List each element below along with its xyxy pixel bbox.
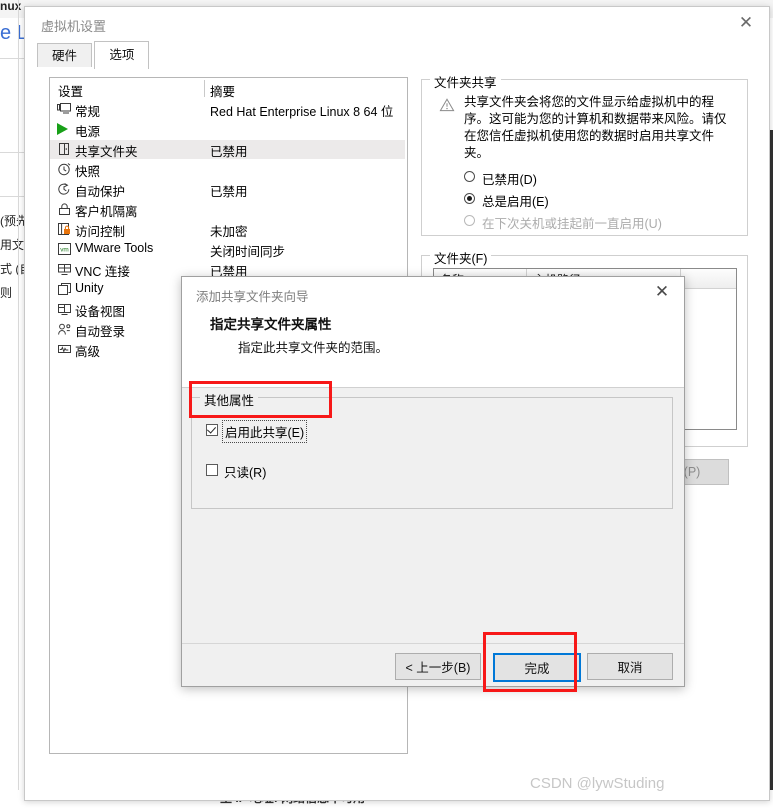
finish-button[interactable]: 完成 <box>493 653 581 682</box>
sidebar-item-label: 客户机隔离 <box>75 205 138 219</box>
background-divider <box>0 196 24 197</box>
sidebar-item-label: 共享文件夹 <box>75 145 138 159</box>
snapshot-icon <box>57 162 72 176</box>
folder-sharing-group-title: 文件夹共享 <box>430 72 501 91</box>
folder-sharing-warning-text: 共享文件夹会将您的文件显示给虚拟机中的程序。这可能为您的计算机和数据带来风险。请… <box>464 95 727 160</box>
sidebar-item-access-control[interactable]: 访问控制 未加密 <box>50 220 405 239</box>
radio-indicator <box>464 171 475 182</box>
settings-list-header: 设置 摘要 <box>50 78 407 100</box>
radio-indicator <box>464 193 475 204</box>
monitor-icon <box>57 102 72 116</box>
radio-label: 总是启用(E) <box>482 195 549 209</box>
radio-indicator <box>464 215 475 226</box>
settings-tabs: 硬件 选项 <box>37 41 150 69</box>
unity-icon <box>57 282 72 296</box>
vmware-tools-icon: vm <box>57 242 72 256</box>
checkbox-label: 启用此共享(E) <box>221 420 308 443</box>
sidebar-item-summary: 已禁用 <box>210 145 248 159</box>
wizard-content: 其他属性 启用此共享(E) 只读(R) <box>182 388 684 643</box>
sidebar-item-label: 自动保护 <box>75 185 126 199</box>
checkbox-indicator <box>206 464 218 476</box>
autoprotect-icon <box>57 182 72 196</box>
sidebar-item-label: 常规 <box>75 105 101 119</box>
advanced-icon <box>57 342 72 356</box>
sidebar-item-summary: Red Hat Enterprise Linux 8 64 位 <box>210 105 394 119</box>
column-header-setting: 设置 <box>58 85 84 99</box>
sidebar-item-label: VMware Tools <box>75 241 154 255</box>
radio-label: 在下次关机或挂起前一直启用(U) <box>482 217 662 231</box>
sidebar-item-power[interactable]: 电源 <box>50 120 405 139</box>
sidebar-item-guest-isolation[interactable]: 客户机隔离 <box>50 200 405 219</box>
background-divider <box>0 58 24 59</box>
svg-text:vm: vm <box>60 247 69 254</box>
checkbox-indicator <box>206 424 218 436</box>
access-control-icon <box>57 222 72 236</box>
sidebar-item-autoprotect[interactable]: 自动保护 已禁用 <box>50 180 405 199</box>
sidebar-item-snapshot[interactable]: 快照 <box>50 160 405 179</box>
close-icon[interactable]: ✕ <box>640 277 684 307</box>
sidebar-item-label: 快照 <box>75 165 101 179</box>
sidebar-item-vmware-tools[interactable]: vm VMware Tools 关闭时间同步 <box>50 240 405 259</box>
wizard-subheading: 指定此共享文件夹的范围。 <box>238 341 389 355</box>
back-button[interactable]: < 上一步(B) <box>395 653 481 680</box>
close-icon[interactable]: ✕ <box>723 7 769 39</box>
sidebar-item-general[interactable]: 常规 Red Hat Enterprise Linux 8 64 位 <box>50 100 405 119</box>
sidebar-item-summary: 已禁用 <box>210 185 248 199</box>
window-title: 虚拟机设置 <box>41 19 107 34</box>
background-line-4: 则 <box>0 286 13 300</box>
window-titlebar: 虚拟机设置 ✕ <box>25 7 769 41</box>
vnc-icon <box>57 262 72 276</box>
folder-sharing-group: 文件夹共享 共享文件夹会将您的文件显示给虚拟机中的程序。这可能为您的计算机和数据… <box>421 72 748 236</box>
warning-triangle-icon <box>439 98 455 112</box>
folders-group-title: 文件夹(F) <box>430 248 492 267</box>
sidebar-item-label: Unity <box>75 281 104 295</box>
sidebar-item-label: VNC 连接 <box>75 265 130 279</box>
device-view-icon <box>57 302 72 316</box>
other-properties-group: 其他属性 启用此共享(E) 只读(R) <box>191 390 673 509</box>
lock-icon <box>57 202 72 216</box>
wizard-heading: 指定共享文件夹属性 <box>210 317 332 332</box>
background-divider <box>0 152 24 153</box>
shared-folder-icon <box>57 142 72 156</box>
power-play-icon <box>57 123 72 137</box>
sidebar-item-label: 电源 <box>75 125 101 139</box>
background-vertical-rule <box>18 0 19 790</box>
sidebar-item-label: 自动登录 <box>75 325 126 339</box>
checkbox-label: 只读(R) <box>224 466 267 480</box>
tab-options[interactable]: 选项 <box>94 41 150 69</box>
watermark: CSDN @lywStuding <box>530 775 665 792</box>
sidebar-item-label: 访问控制 <box>75 225 126 239</box>
add-shared-folder-wizard: 添加共享文件夹向导 ✕ 指定共享文件夹属性 指定此共享文件夹的范围。 其他属性 … <box>181 276 685 687</box>
column-header-summary: 摘要 <box>210 85 236 99</box>
wizard-title: 添加共享文件夹向导 <box>196 290 309 304</box>
wizard-titlebar: 添加共享文件夹向导 ✕ 指定共享文件夹属性 指定此共享文件夹的范围。 <box>182 277 684 388</box>
sidebar-item-label: 设备视图 <box>75 305 126 319</box>
sidebar-item-shared-folders[interactable]: 共享文件夹 已禁用 <box>50 140 405 159</box>
auto-login-icon <box>57 322 72 336</box>
column-divider <box>204 80 205 97</box>
other-properties-group-title: 其他属性 <box>200 390 259 409</box>
sidebar-item-summary: 关闭时间同步 <box>210 245 286 259</box>
sidebar-item-label: 高级 <box>75 345 101 359</box>
sidebar-item-summary: 未加密 <box>210 225 248 239</box>
tab-hardware[interactable]: 硬件 <box>37 43 93 69</box>
wizard-footer: < 上一步(B) 完成 取消 <box>182 643 684 686</box>
radio-label: 已禁用(D) <box>482 173 537 187</box>
cancel-button[interactable]: 取消 <box>587 653 673 680</box>
